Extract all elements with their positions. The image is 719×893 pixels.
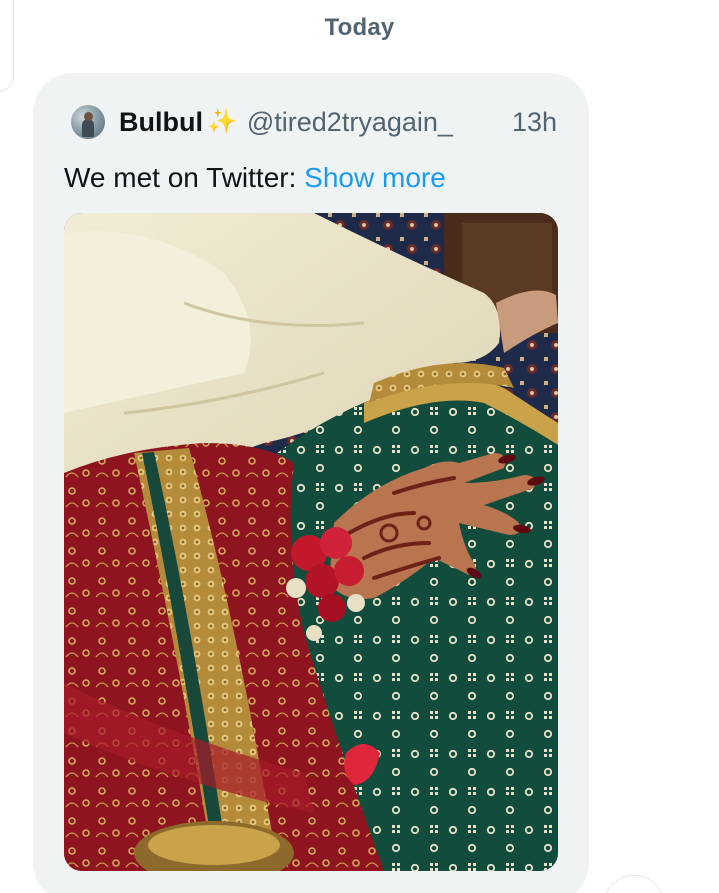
date-divider: Today [324,14,395,41]
show-more-link[interactable]: Show more [304,162,446,193]
tweet-body: We met on Twitter: [64,162,297,193]
author-display-name[interactable]: Bulbul [119,107,203,138]
author-handle[interactable]: @tired2tryagain_ [247,107,453,138]
tweet-header: Bulbul ✨ @tired2tryagain_ 13h [71,101,571,143]
photo-illustration [64,213,558,871]
tweet-timestamp[interactable]: 13h [512,107,571,138]
scroll-to-bottom-button[interactable] [603,875,665,893]
tweet-photo[interactable] [64,213,558,871]
avatar[interactable] [71,105,105,139]
sparkle-icon: ✨ [206,108,237,135]
dm-conversation: Today Bulbul ✨ @tired2tryagain_ 13h We m… [0,0,719,893]
tweet-text: We met on Twitter: Show more [64,162,446,194]
